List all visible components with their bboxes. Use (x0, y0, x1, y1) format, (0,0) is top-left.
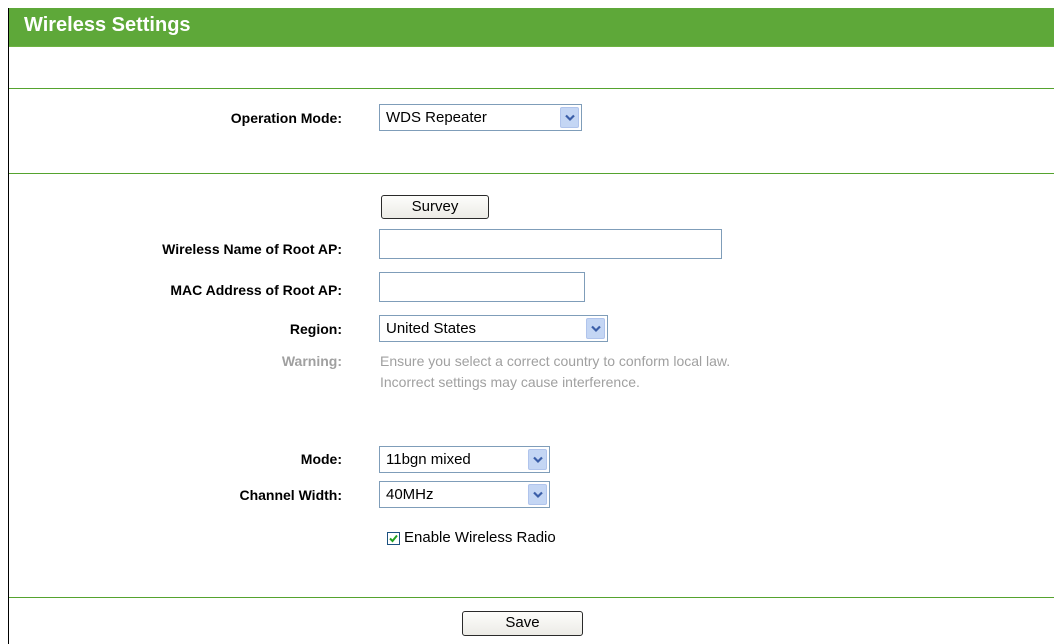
region-value: United States (386, 320, 477, 337)
divider (9, 173, 1054, 174)
divider (9, 88, 1054, 89)
mode-label: Mode: (300, 451, 342, 467)
warning-text: Ensure you select a correct country to c… (380, 351, 730, 393)
chevron-down-icon[interactable] (528, 484, 547, 505)
header-bar: Wireless Settings (9, 8, 1054, 47)
page-title: Wireless Settings (24, 14, 191, 36)
chevron-down-icon[interactable] (586, 318, 605, 339)
channel-width-value: 40MHz (386, 486, 434, 503)
warning-label: Warning: (281, 353, 342, 369)
chevron-down-icon[interactable] (560, 107, 579, 128)
channel-width-label: Channel Width: (239, 487, 342, 503)
root-ap-mac-label: MAC Address of Root AP: (170, 282, 342, 298)
chevron-down-icon[interactable] (528, 449, 547, 470)
divider (9, 597, 1054, 598)
warning-line: Ensure you select a correct country to c… (380, 353, 731, 369)
operation-mode-value: WDS Repeater (386, 109, 487, 126)
warning-line: Incorrect settings may cause interferenc… (380, 374, 640, 390)
region-select[interactable]: United States (379, 315, 608, 342)
channel-width-select[interactable]: 40MHz (379, 481, 550, 508)
enable-wireless-radio-checkbox[interactable] (387, 532, 400, 545)
operation-mode-select[interactable]: WDS Repeater (379, 104, 582, 131)
root-ap-name-input[interactable] (379, 229, 722, 259)
survey-button[interactable]: Survey (381, 195, 489, 219)
enable-wireless-radio-label[interactable]: Enable Wireless Radio (404, 529, 556, 546)
region-label: Region: (289, 321, 342, 337)
checkmark-icon (389, 534, 398, 543)
root-ap-mac-input[interactable] (379, 272, 585, 302)
mode-select[interactable]: 11bgn mixed (379, 446, 550, 473)
operation-mode-label: Operation Mode: (230, 110, 342, 126)
save-button[interactable]: Save (462, 611, 583, 636)
settings-panel: Wireless Settings Operation Mode: WDS Re… (8, 8, 1054, 644)
mode-value: 11bgn mixed (386, 451, 471, 468)
root-ap-name-label: Wireless Name of Root AP: (162, 241, 342, 257)
